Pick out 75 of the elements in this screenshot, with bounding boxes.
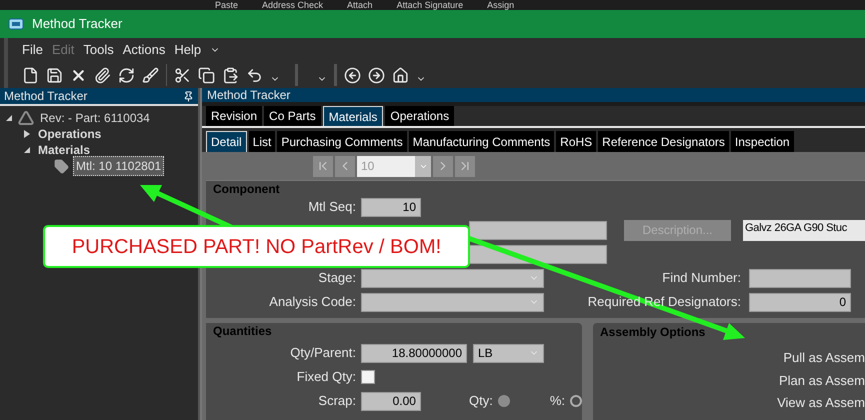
group-title: Component xyxy=(212,182,281,196)
undo-icon[interactable] xyxy=(246,66,263,84)
paste-icon[interactable] xyxy=(222,66,239,84)
dropdown-field[interactable] xyxy=(361,292,544,312)
tab[interactable]: RoHS xyxy=(556,131,596,152)
description-field[interactable]: Galvz 26GA G90 Stuc xyxy=(743,220,865,240)
paperclip-icon[interactable] xyxy=(94,66,111,84)
input-field[interactable]: 18.80000000 xyxy=(361,344,467,362)
new-page-icon[interactable] xyxy=(22,66,39,84)
tab[interactable]: Inspection xyxy=(730,131,794,152)
option-label: Plan as Assem xyxy=(779,372,865,390)
tab[interactable]: Purchasing Comments xyxy=(277,131,407,152)
tab[interactable]: Materials xyxy=(322,106,384,126)
dropdown-field[interactable] xyxy=(361,268,544,288)
window-title: Method Tracker xyxy=(32,15,122,34)
panel-title: Method Tracker xyxy=(207,87,290,104)
ribbon-label[interactable]: Attach Signature xyxy=(396,0,464,10)
field-label: Find Number: xyxy=(661,269,741,288)
annotation-callout: PURCHASED PART! NO PartRev / BOM! xyxy=(43,225,470,268)
menu-item[interactable]: Tools xyxy=(83,40,114,60)
cut-icon[interactable] xyxy=(174,66,191,84)
radio-label: Qty: xyxy=(468,392,493,410)
copy-icon[interactable] xyxy=(198,66,215,84)
ribbon-label[interactable]: Paste xyxy=(215,0,238,10)
broom-icon[interactable] xyxy=(142,66,159,84)
triangle-icon xyxy=(18,110,34,126)
refresh-icon[interactable] xyxy=(118,66,135,84)
tree-item[interactable]: Materials xyxy=(36,141,92,159)
group-title: Assembly Options xyxy=(599,324,706,339)
save-icon[interactable] xyxy=(46,66,63,84)
field-label: Scrap: xyxy=(317,392,356,410)
radio-label: %: xyxy=(550,392,565,410)
pin-icon[interactable] xyxy=(183,90,194,102)
input-field[interactable]: 0.00 xyxy=(360,392,421,410)
tab[interactable]: Manufacturing Comments xyxy=(408,131,554,152)
field-label: Analysis Code: xyxy=(268,293,356,312)
tab[interactable]: List xyxy=(248,131,276,152)
menu-item[interactable]: File xyxy=(22,40,43,60)
tag-icon xyxy=(54,158,69,174)
field-label: Qty/Parent: xyxy=(289,344,356,362)
tree-item[interactable]: Operations xyxy=(36,125,104,143)
input-field[interactable] xyxy=(469,220,607,240)
window-icon xyxy=(8,18,24,30)
tab[interactable]: Reference Designators xyxy=(598,131,729,152)
option-label: View as Assem xyxy=(777,394,865,412)
radio-button[interactable] xyxy=(570,395,582,407)
last-record-button[interactable] xyxy=(455,156,475,176)
input-field[interactable]: 10 xyxy=(361,198,421,216)
first-record-button[interactable] xyxy=(313,156,333,176)
ribbon-label[interactable]: Address Check xyxy=(262,0,324,10)
tab[interactable]: Detail xyxy=(206,131,247,152)
tab[interactable]: Revision xyxy=(206,106,262,126)
field-label: Stage: xyxy=(317,269,356,288)
unit-dropdown[interactable]: LB xyxy=(473,344,544,362)
field-label: Mtl Seq: xyxy=(307,198,356,216)
expanded-triangle-icon[interactable] xyxy=(6,115,12,121)
tree-item[interactable]: Mtl: 10 1102801 xyxy=(73,156,164,176)
panel-title: Method Tracker xyxy=(4,88,88,105)
ribbon-label[interactable]: Assign xyxy=(487,0,514,10)
input-field[interactable]: 0 xyxy=(749,292,851,312)
menu-item[interactable]: Help xyxy=(174,40,202,60)
collapsed-triangle-icon[interactable] xyxy=(24,130,30,138)
menu-item[interactable]: Actions xyxy=(122,40,166,60)
input-field[interactable] xyxy=(749,268,851,288)
expanded-triangle-icon[interactable] xyxy=(24,147,30,153)
option-label: Pull as Assem xyxy=(783,349,865,367)
tab[interactable]: Operations xyxy=(385,106,454,126)
ribbon-label[interactable]: Attach xyxy=(347,0,373,10)
group-title: Quantities xyxy=(212,323,273,338)
radio-button[interactable] xyxy=(498,395,510,407)
home-icon[interactable] xyxy=(392,66,409,84)
checkbox[interactable] xyxy=(361,370,375,384)
tab[interactable]: Co Parts xyxy=(264,106,321,126)
tree-item[interactable]: Rev: - Part: 6110034 xyxy=(38,109,152,127)
field-label: Fixed Qty: xyxy=(296,368,356,386)
